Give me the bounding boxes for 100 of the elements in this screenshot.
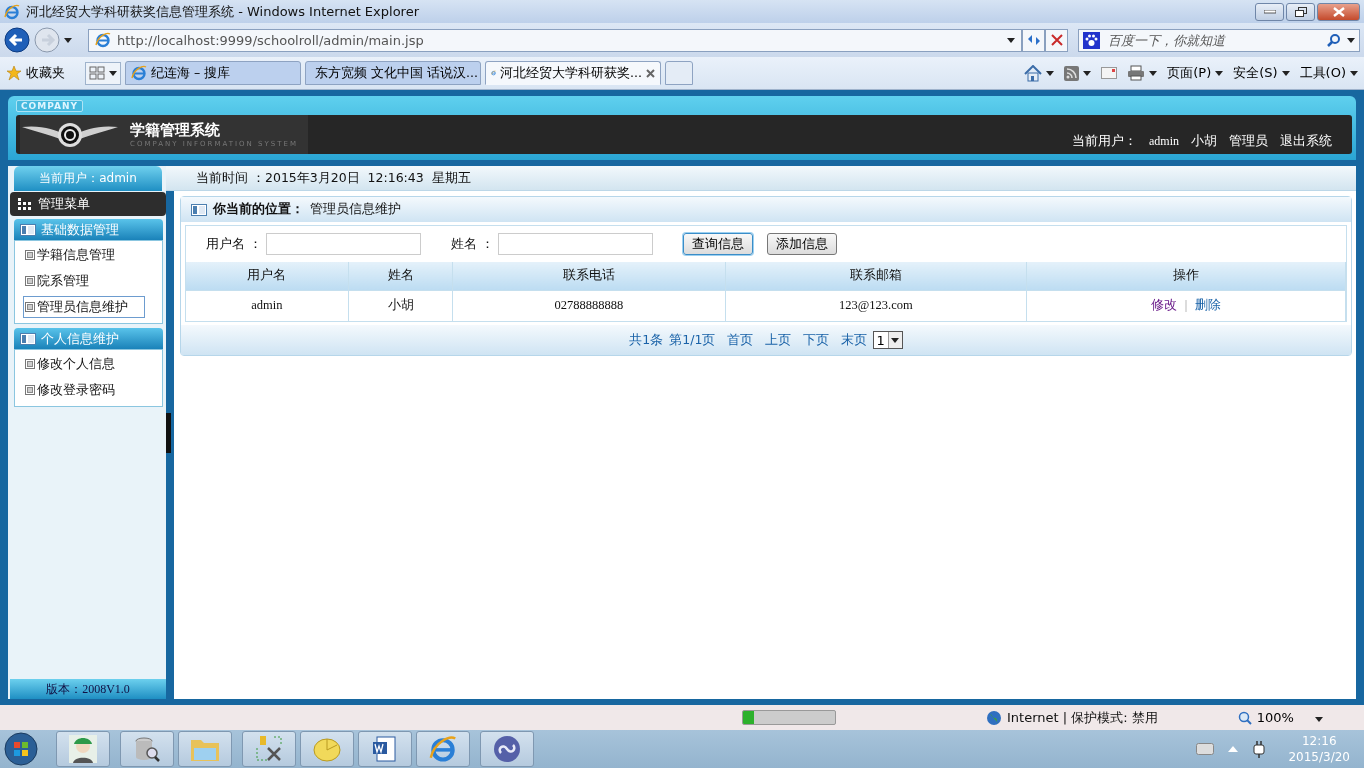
user-role: 管理员 — [1229, 133, 1268, 150]
caret-icon — [1149, 70, 1158, 76]
mail-icon — [1101, 67, 1118, 79]
minimize-icon — [1263, 9, 1276, 14]
quick-tabs-button[interactable] — [85, 61, 121, 85]
feeds-button[interactable] — [1064, 65, 1092, 81]
menu-button[interactable]: 工具(O) — [1299, 64, 1358, 82]
caret-icon — [64, 37, 72, 43]
browser-tab[interactable]: 东方宽频 文化中国 话说汉... — [305, 61, 481, 85]
back-button[interactable] — [4, 27, 30, 53]
caret-icon — [1314, 717, 1323, 722]
table-cell: admin — [186, 290, 349, 321]
page-count: 第1/1页 — [669, 331, 716, 349]
action-button[interactable]: 查询信息 — [682, 233, 753, 255]
grid-icon — [18, 198, 32, 210]
grid-icon — [89, 66, 105, 80]
search-field[interactable]: 百度一下，你就知道 — [1106, 31, 1321, 49]
taskbar-app[interactable] — [416, 731, 470, 767]
tools-icon — [254, 734, 284, 764]
page-icon — [25, 385, 35, 395]
menu-item[interactable]: 管理员信息维护 — [23, 296, 145, 318]
caret-icon — [891, 337, 900, 343]
paw-icon — [1083, 31, 1100, 49]
keyboard-icon[interactable] — [1196, 743, 1215, 755]
zoom-button[interactable]: 100% — [1237, 710, 1323, 725]
menu-item[interactable]: 学籍信息管理 — [23, 244, 132, 266]
browser-tab[interactable]: 纪连海 – 搜库 — [125, 61, 301, 85]
menu-button[interactable]: 安全(S) — [1233, 64, 1290, 82]
refresh-button[interactable] — [1022, 28, 1045, 52]
stop-button[interactable] — [1045, 28, 1068, 52]
search-box[interactable]: 百度一下，你就知道 — [1078, 28, 1360, 52]
close-icon — [1332, 6, 1345, 17]
caret-icon — [1215, 70, 1224, 76]
close-button[interactable] — [1317, 2, 1360, 21]
windows-logo-icon — [4, 732, 38, 766]
caret-icon — [1007, 37, 1015, 43]
company-badge: COMPANY — [16, 100, 83, 112]
table-cell: 02788888888 — [452, 290, 726, 321]
window-title: 河北经贸大学科研获奖信息管理系统 - Windows Internet Explorer — [26, 2, 420, 21]
restore-button[interactable] — [1286, 2, 1315, 21]
taskbar-app[interactable] — [242, 731, 296, 767]
taskbar-app[interactable] — [120, 731, 174, 767]
figure-icon — [69, 735, 97, 763]
action-link[interactable]: 修改 — [1150, 297, 1177, 315]
table-cell: 小胡 — [348, 290, 453, 321]
menu-button[interactable]: 页面(P) — [1167, 64, 1224, 82]
search-icon[interactable] — [1327, 33, 1341, 47]
caret-icon — [109, 70, 117, 76]
logout-link[interactable]: 退出系统 — [1280, 133, 1332, 150]
user-name: 小胡 — [1191, 133, 1217, 150]
user-label: 当前用户： — [1072, 133, 1137, 150]
blob-icon — [312, 735, 342, 763]
location-label: 你当前的位置： — [213, 201, 304, 218]
restore-icon — [1294, 6, 1307, 17]
menu-title: 管理菜单 — [38, 195, 90, 213]
page-icon — [25, 359, 35, 369]
taskbar-app[interactable] — [56, 731, 110, 767]
column-header: 操作 — [1026, 262, 1346, 290]
list-icon — [191, 203, 207, 216]
page-link[interactable]: 首页 — [727, 331, 754, 349]
page-select[interactable]: 1 — [873, 331, 903, 349]
address-field[interactable]: http://localhost:9999/schoolroll/admin/main.jsp — [88, 28, 1022, 52]
menu-item[interactable]: 院系管理 — [23, 270, 106, 292]
zoom-icon — [1237, 710, 1252, 725]
version-bar: 版本：2008V1.0 — [10, 679, 166, 699]
filter-label: 用户名 ： — [206, 235, 262, 253]
action-button[interactable]: 添加信息 — [766, 233, 837, 255]
table-cell: 123@123.com — [725, 290, 1027, 321]
location-page: 管理员信息维护 — [310, 201, 401, 218]
infinity-icon — [492, 734, 522, 764]
menu-item[interactable]: 修改个人信息 — [23, 353, 132, 375]
document-icon — [371, 735, 399, 763]
filter-label: 姓名 ： — [451, 235, 494, 253]
history-dropdown[interactable] — [64, 37, 72, 43]
panel-icon — [20, 332, 36, 345]
taskbar-app[interactable] — [358, 731, 412, 767]
column-header: 联系邮箱 — [725, 262, 1027, 290]
home-button[interactable] — [1024, 64, 1055, 82]
action-link[interactable]: 删除 — [1195, 297, 1222, 315]
input-field[interactable] — [266, 233, 421, 255]
close-icon[interactable] — [646, 68, 655, 78]
globe-icon — [986, 709, 1002, 726]
browser-tab[interactable]: 河北经贸大学科研获奖... — [485, 61, 661, 85]
collapse-handle[interactable] — [166, 412, 171, 453]
menu-item[interactable]: 修改登录密码 — [23, 379, 132, 401]
home-icon — [1024, 64, 1043, 82]
favorites-button[interactable]: 收藏夹 — [6, 64, 81, 82]
mail-button[interactable] — [1101, 67, 1118, 79]
page-link[interactable]: 上页 — [765, 331, 792, 349]
start-button[interactable] — [4, 732, 38, 766]
power-plug-icon[interactable] — [1252, 740, 1267, 758]
page-link[interactable]: 末页 — [841, 331, 868, 349]
input-field[interactable] — [497, 233, 653, 255]
taskbar-app[interactable] — [480, 731, 534, 767]
print-button[interactable] — [1127, 65, 1158, 81]
system-title: 学籍管理系统 — [130, 121, 221, 140]
link-separator: | — [1184, 298, 1188, 313]
caret-icon — [1347, 37, 1355, 43]
page-icon — [25, 250, 35, 260]
page-link[interactable]: 下页 — [803, 331, 830, 349]
